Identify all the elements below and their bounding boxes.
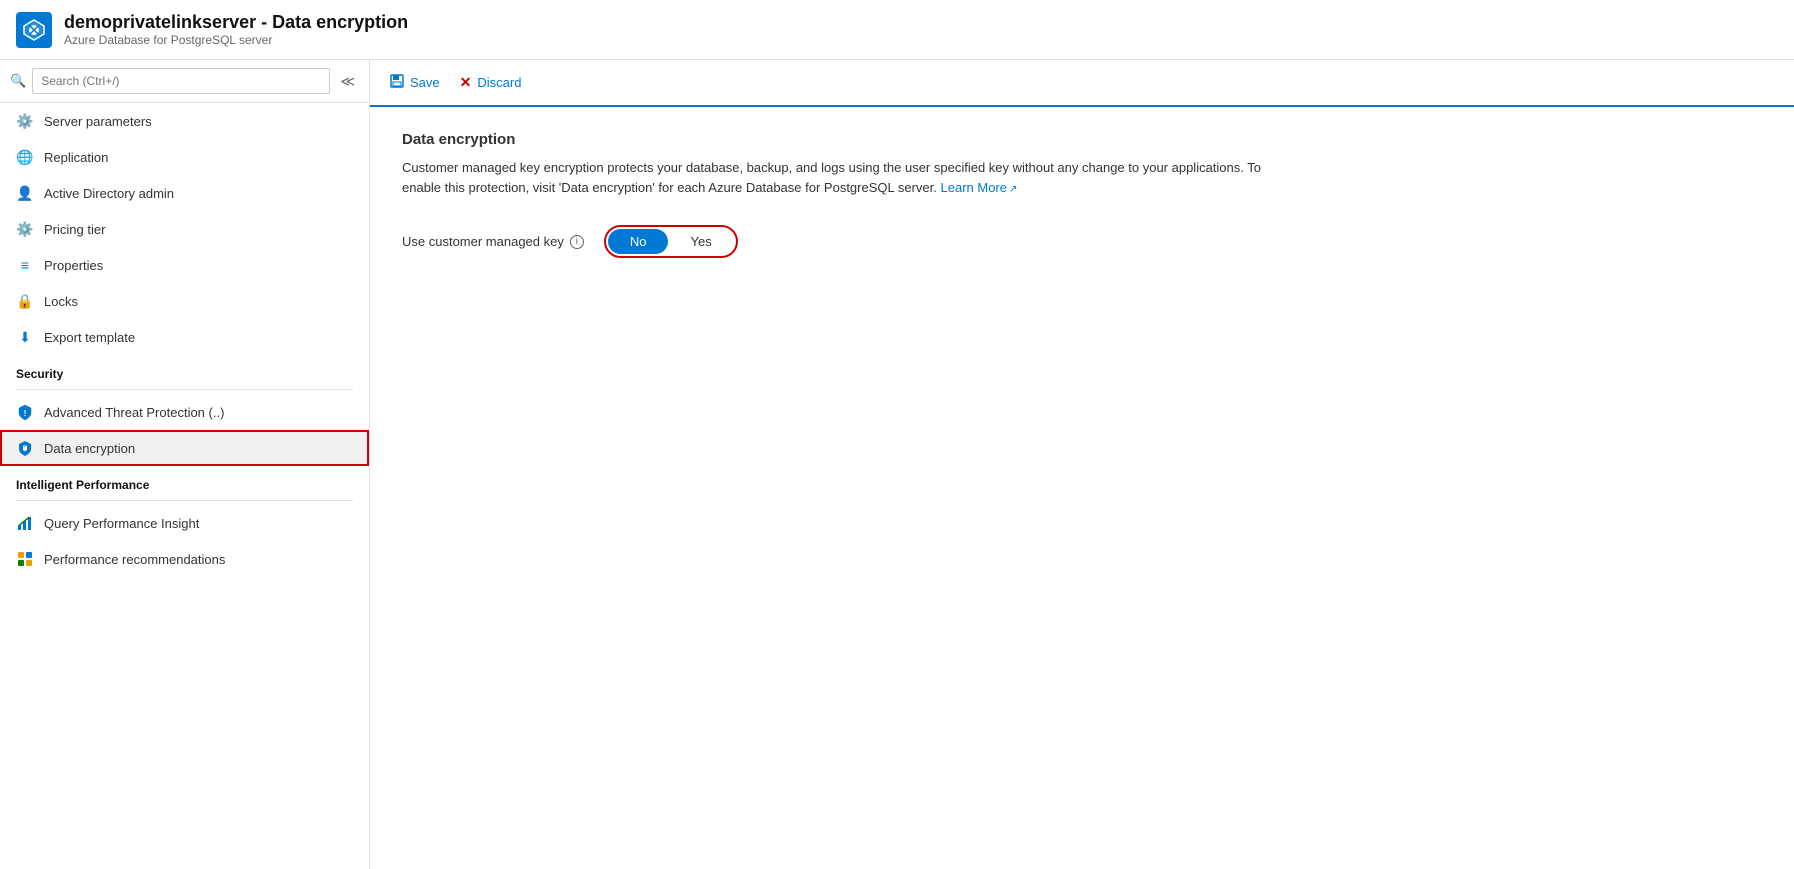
- content-title: Data encryption: [402, 131, 1762, 148]
- toolbar: Save ✕ Discard: [370, 60, 1794, 107]
- security-divider: [16, 389, 353, 390]
- security-section-title: Security: [0, 355, 369, 385]
- header-title-block: demoprivatelinkserver - Data encryption …: [64, 12, 408, 47]
- sidebar-item-performance-recommendations[interactable]: Performance recommendations: [0, 541, 369, 577]
- sidebar-item-advanced-threat-protection[interactable]: ! Advanced Threat Protection (..): [0, 394, 369, 430]
- azure-postgresql-icon: [16, 12, 52, 48]
- search-input[interactable]: [32, 68, 330, 94]
- sidebar-item-label: Active Directory admin: [44, 186, 174, 201]
- sidebar-item-label: Query Performance Insight: [44, 516, 199, 531]
- save-label: Save: [410, 75, 440, 90]
- sidebar-item-query-performance-insight[interactable]: Query Performance Insight: [0, 505, 369, 541]
- sidebar-item-properties[interactable]: ≡ Properties: [0, 247, 369, 283]
- sidebar-search-container: 🔍 ≪: [0, 60, 369, 103]
- pricing-icon: ⚙️: [16, 220, 34, 238]
- shield-warn-icon: !: [16, 403, 34, 421]
- page-title: demoprivatelinkserver - Data encryption: [64, 12, 408, 33]
- bars-icon: ≡: [16, 256, 34, 274]
- sidebar-item-locks[interactable]: 🔒 Locks: [0, 283, 369, 319]
- sidebar-item-label: Replication: [44, 150, 108, 165]
- sidebar-item-pricing-tier[interactable]: ⚙️ Pricing tier: [0, 211, 369, 247]
- download-icon: ⬇: [16, 328, 34, 346]
- customer-managed-key-field: Use customer managed key i No Yes: [402, 225, 1762, 258]
- lock-icon: 🔒: [16, 292, 34, 310]
- sidebar-item-label: Advanced Threat Protection (..): [44, 405, 224, 420]
- content-description: Customer managed key encryption protects…: [402, 158, 1302, 197]
- shield-blue-icon: [16, 439, 34, 457]
- save-button[interactable]: Save: [390, 70, 440, 95]
- managed-key-toggle[interactable]: No Yes: [604, 225, 738, 258]
- sidebar-navigation: ⚙️ Server parameters 🌐 Replication 👤 Act…: [0, 103, 369, 869]
- sidebar-item-label: Locks: [44, 294, 78, 309]
- sidebar-item-label: Data encryption: [44, 441, 135, 456]
- globe-icon: 🌐: [16, 148, 34, 166]
- sidebar-item-export-template[interactable]: ⬇ Export template: [0, 319, 369, 355]
- toggle-no-option[interactable]: No: [608, 229, 669, 254]
- discard-button[interactable]: ✕ Discard: [460, 70, 522, 95]
- save-icon: [390, 74, 404, 91]
- people-icon: 👤: [16, 184, 34, 202]
- field-label: Use customer managed key i: [402, 234, 584, 249]
- learn-more-link[interactable]: Learn More: [941, 180, 1018, 195]
- sidebar-item-server-parameters[interactable]: ⚙️ Server parameters: [0, 103, 369, 139]
- chart-icon: [16, 514, 34, 532]
- intelligent-performance-section-title: Intelligent Performance: [0, 466, 369, 496]
- sidebar-item-replication[interactable]: 🌐 Replication: [0, 139, 369, 175]
- page-subtitle: Azure Database for PostgreSQL server: [64, 33, 408, 47]
- sidebar: 🔍 ≪ ⚙️ Server parameters 🌐 Replication 👤…: [0, 60, 370, 869]
- sidebar-item-label: Server parameters: [44, 114, 152, 129]
- sidebar-item-label: Performance recommendations: [44, 552, 225, 567]
- content-area: Data encryption Customer managed key enc…: [370, 107, 1794, 869]
- sidebar-item-data-encryption[interactable]: Data encryption: [0, 430, 369, 466]
- discard-icon: ✕: [460, 74, 472, 91]
- discard-label: Discard: [477, 75, 521, 90]
- svg-text:!: !: [24, 409, 27, 418]
- page-header: demoprivatelinkserver - Data encryption …: [0, 0, 1794, 60]
- grid-icon: [16, 550, 34, 568]
- sidebar-item-active-directory-admin[interactable]: 👤 Active Directory admin: [0, 175, 369, 211]
- main-content: Save ✕ Discard Data encryption Customer …: [370, 60, 1794, 869]
- toggle-yes-option[interactable]: Yes: [668, 229, 733, 254]
- sidebar-item-label: Export template: [44, 330, 135, 345]
- search-icon: 🔍: [10, 73, 26, 89]
- sidebar-item-label: Properties: [44, 258, 103, 273]
- gear-icon: ⚙️: [16, 112, 34, 130]
- sidebar-item-label: Pricing tier: [44, 222, 105, 237]
- collapse-sidebar-button[interactable]: ≪: [336, 71, 359, 92]
- info-icon[interactable]: i: [570, 235, 584, 249]
- intelligent-performance-divider: [16, 500, 353, 501]
